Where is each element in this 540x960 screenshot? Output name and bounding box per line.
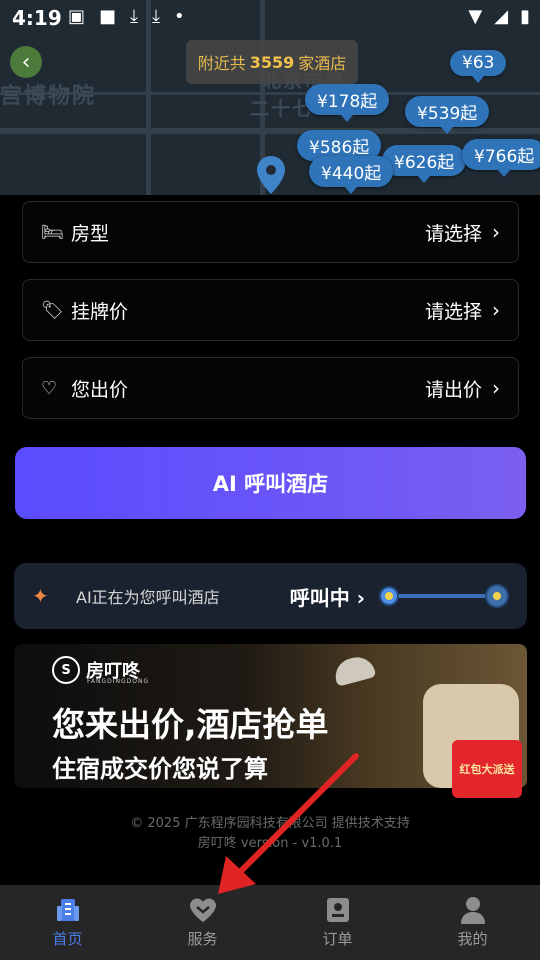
system-icons: ▼ ◢ ▮ [468,6,530,27]
your-bid-label: 您出价 [71,378,129,401]
banner-headline: 您来出价,酒店抢单 [52,705,329,744]
calling-state-label: 呼叫中 [289,585,350,610]
listed-price-label: 挂牌价 [71,300,129,323]
map-label: 二十七 [250,98,314,120]
chevron-right-icon: › [492,220,500,244]
your-bid-value: 请出价 [424,378,482,401]
back-button[interactable]: ‹ [10,46,42,78]
listed-price-selector[interactable]: 🏷 挂牌价 请选择 › [22,279,519,341]
battery-icon: ▮ [520,6,530,27]
promo-banner[interactable]: S 房叮咚 FANGDINGDONG 您来出价,酒店抢单 住宿成交价您说了算 [14,644,527,788]
nearby-count: 3559 [249,52,295,72]
banner-subline: 住宿成交价您说了算 [52,755,268,783]
your-bid-input[interactable]: ♡ 您出价 请出价 › [22,357,519,419]
map-label: 宫博物院 [0,84,97,109]
calling-text: AI正在为您呼叫酒店 [76,588,220,607]
user-profile-icon [460,896,486,924]
brand-icon: S [52,656,80,684]
copyright-text: © 2025 广东程序园科技有限公司 提供技术支持 [130,816,410,831]
room-type-value: 请选择 [424,222,482,245]
nav-label-service: 服务 [187,930,218,948]
calling-progress [379,584,509,608]
hotel-price-pin[interactable]: ¥440起 [309,156,394,194]
footer: © 2025 广东程序园科技有限公司 提供技术支持 房叮咚 version - … [0,814,540,854]
hotel-price-pin[interactable]: ¥178起 [305,84,390,122]
calling-status-card[interactable]: ✦ AI正在为您呼叫酒店 呼叫中 › [14,563,527,629]
chevron-left-icon: ‹ [21,49,31,75]
signal-icon: ◢ [494,6,509,27]
square-icon: ■ [99,6,117,27]
brand-subtitle: FANGDINGDONG [87,678,150,685]
wifi-icon: ▼ [468,6,483,27]
dot-icon: • [173,6,185,27]
listed-price-value: 请选择 [424,300,482,323]
app-logo-icon: ✦ [32,584,49,608]
room-type-label: 房型 [71,222,110,245]
status-bar: 4:19 ▣ ■ ⤓ ⤓ • ▼ ◢ ▮ [0,0,540,36]
status-time: 4:19 [12,6,62,30]
heart-price-icon: ♡ [41,377,58,399]
hotel-price-pin[interactable]: ¥539起 [405,96,490,134]
image-icon: ▣ [68,6,86,27]
nearby-suffix: 家酒店 [298,54,347,73]
chevron-right-icon: › [492,376,500,400]
room-type-selector[interactable]: 🛏 房型 请选择 › [22,201,519,263]
version-text: 房叮咚 version - v1.0.1 [197,836,343,851]
nav-item-home[interactable]: 首页 [0,885,135,960]
download-icon: ⤓ [130,6,138,27]
download-icon: ⤓ [152,6,160,27]
ai-call-hotel-button[interactable]: AI 呼叫酒店 [15,447,526,519]
lamp-decoration [331,653,377,687]
red-packet-button[interactable]: 红包大派送 [452,740,522,798]
hotel-node-icon [485,584,509,608]
nav-label-orders: 订单 [322,930,353,948]
calling-state: 呼叫中 › [289,585,365,610]
nearby-prefix: 附近共 [197,54,246,73]
home-building-icon [54,896,82,924]
location-pin-icon [256,156,286,194]
nav-item-service[interactable]: 服务 [135,885,270,960]
nav-item-profile[interactable]: 我的 [405,885,540,960]
nearby-hotel-count: 附近共 3559 家酒店 [186,40,358,84]
user-node-icon [379,586,399,606]
hotel-price-pin[interactable]: ¥766起 [462,139,540,177]
order-list-icon [325,896,351,924]
heart-service-icon [188,896,218,924]
nav-label-profile: 我的 [457,930,488,948]
nav-item-orders[interactable]: 订单 [270,885,405,960]
price-tag-icon: 🏷 [41,299,64,321]
bed-icon: 🛏 [41,221,64,243]
chevron-right-icon: › [492,298,500,322]
hotel-price-pin[interactable]: ¥626起 [382,145,467,183]
hotel-price-pin[interactable]: ¥63 [450,50,507,83]
nav-label-home: 首页 [52,930,83,948]
map-road [0,128,540,134]
progress-track [389,594,495,598]
notification-icons: ▣ ■ ⤓ ⤓ • [68,6,185,27]
bottom-nav: 首页 服务 订单 我的 [0,885,540,960]
